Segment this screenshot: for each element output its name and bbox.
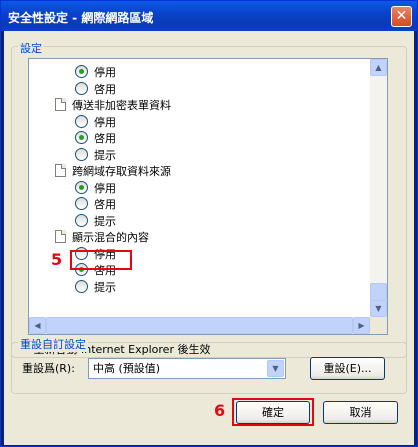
radio-unchecked-icon[interactable] <box>75 213 88 227</box>
close-button[interactable]: ✕ <box>391 6 412 27</box>
setting-label: 跨網域存取資料來源 <box>72 165 171 178</box>
step6-number: 6 <box>214 401 226 420</box>
scroll-right-arrow-icon[interactable]: ▶ <box>353 317 370 334</box>
setting-label: 停用 <box>94 115 116 129</box>
title-bar: 安全性設定 - 網際網路區域 ✕ <box>1 1 417 31</box>
radio-unchecked-icon[interactable] <box>75 147 88 161</box>
document-icon <box>55 164 66 177</box>
scroll-down-arrow-icon[interactable]: ▼ <box>370 300 387 317</box>
setting-label: 停用 <box>94 66 116 79</box>
scroll-up-arrow-icon[interactable]: ▲ <box>370 59 387 76</box>
radio-unchecked-icon[interactable] <box>75 197 88 210</box>
radio-checked-icon[interactable] <box>75 180 88 194</box>
setting-label: 停用 <box>94 181 116 195</box>
setting-radio-option[interactable]: 停用 <box>75 114 116 131</box>
setting-label: 提示 <box>94 214 116 228</box>
radio-checked-icon[interactable] <box>75 65 88 78</box>
setting-radio-option[interactable]: 提示 <box>75 147 116 164</box>
settings-group-legend: 設定 <box>18 40 44 56</box>
security-settings-dialog: 安全性設定 - 網際網路區域 ✕ 設定 停用 啓用 傳送非加密表單資料 停用 啓用 提示跨… <box>0 0 418 447</box>
window-title: 安全性設定 - 網際網路區域 <box>8 11 154 25</box>
setting-radio-option[interactable]: 提示 <box>75 279 116 296</box>
setting-header: 顯示混合的內容 <box>55 230 149 246</box>
setting-radio-option[interactable]: 啓用 <box>75 131 116 147</box>
cancel-button[interactable]: 取消 <box>323 401 398 424</box>
settings-list[interactable]: 停用 啓用 傳送非加密表單資料 停用 啓用 提示 跨網域存取資料來源 停用 啓用 提示 顯示混合的內… <box>28 58 388 335</box>
horizontal-scrollbar[interactable]: ◀ ▶ <box>29 317 370 334</box>
step5-highlight-box <box>70 250 132 270</box>
scroll-left-arrow-icon[interactable]: ◀ <box>29 317 46 334</box>
setting-label: 啓用 <box>94 198 116 211</box>
horizontal-scroll-thumb[interactable] <box>46 317 353 334</box>
setting-radio-option[interactable]: 停用 <box>75 65 116 81</box>
setting-label: 傳送非加密表單資料 <box>72 99 171 112</box>
close-icon: ✕ <box>395 8 408 24</box>
setting-header: 傳送非加密表單資料 <box>55 98 171 114</box>
scrollbar-corner <box>370 317 387 334</box>
reset-group-legend: 重設自訂設定 <box>18 336 88 352</box>
radio-unchecked-icon[interactable] <box>75 114 88 128</box>
setting-header: 跨網域存取資料來源 <box>55 164 171 180</box>
document-icon <box>55 98 66 111</box>
vertical-scroll-thumb[interactable] <box>370 283 387 301</box>
chevron-down-icon[interactable]: ▼ <box>267 360 284 377</box>
setting-label: 提示 <box>94 280 116 294</box>
setting-radio-option[interactable]: 停用 <box>75 180 116 197</box>
setting-label: 顯示混合的內容 <box>72 231 149 244</box>
reset-level-value: 中高 (預設值) <box>93 362 161 375</box>
setting-label: 啓用 <box>94 132 116 145</box>
dialog-client-area: 設定 停用 啓用 傳送非加密表單資料 停用 啓用 提示 跨網域存取資料來源 停用 啓用 提示 顯示混… <box>4 31 414 445</box>
ok-button[interactable]: 確定 <box>236 401 310 424</box>
reset-level-select[interactable]: 中高 (預設值) ▼ <box>88 358 286 379</box>
reset-button[interactable]: 重設(E)... <box>310 357 385 380</box>
vertical-scrollbar[interactable]: ▲ ▼ <box>370 59 387 317</box>
setting-radio-option[interactable]: 啓用 <box>75 197 116 213</box>
radio-checked-icon[interactable] <box>75 131 88 144</box>
reset-to-label: 重設爲(R): <box>22 362 75 375</box>
radio-unchecked-icon[interactable] <box>75 81 88 95</box>
setting-label: 啓用 <box>94 82 116 96</box>
radio-unchecked-icon[interactable] <box>75 279 88 293</box>
setting-radio-option[interactable]: 啓用 <box>75 81 116 98</box>
setting-radio-option[interactable]: 提示 <box>75 213 116 230</box>
document-icon <box>55 230 66 243</box>
step5-number: 5 <box>51 250 63 269</box>
setting-label: 提示 <box>94 148 116 162</box>
